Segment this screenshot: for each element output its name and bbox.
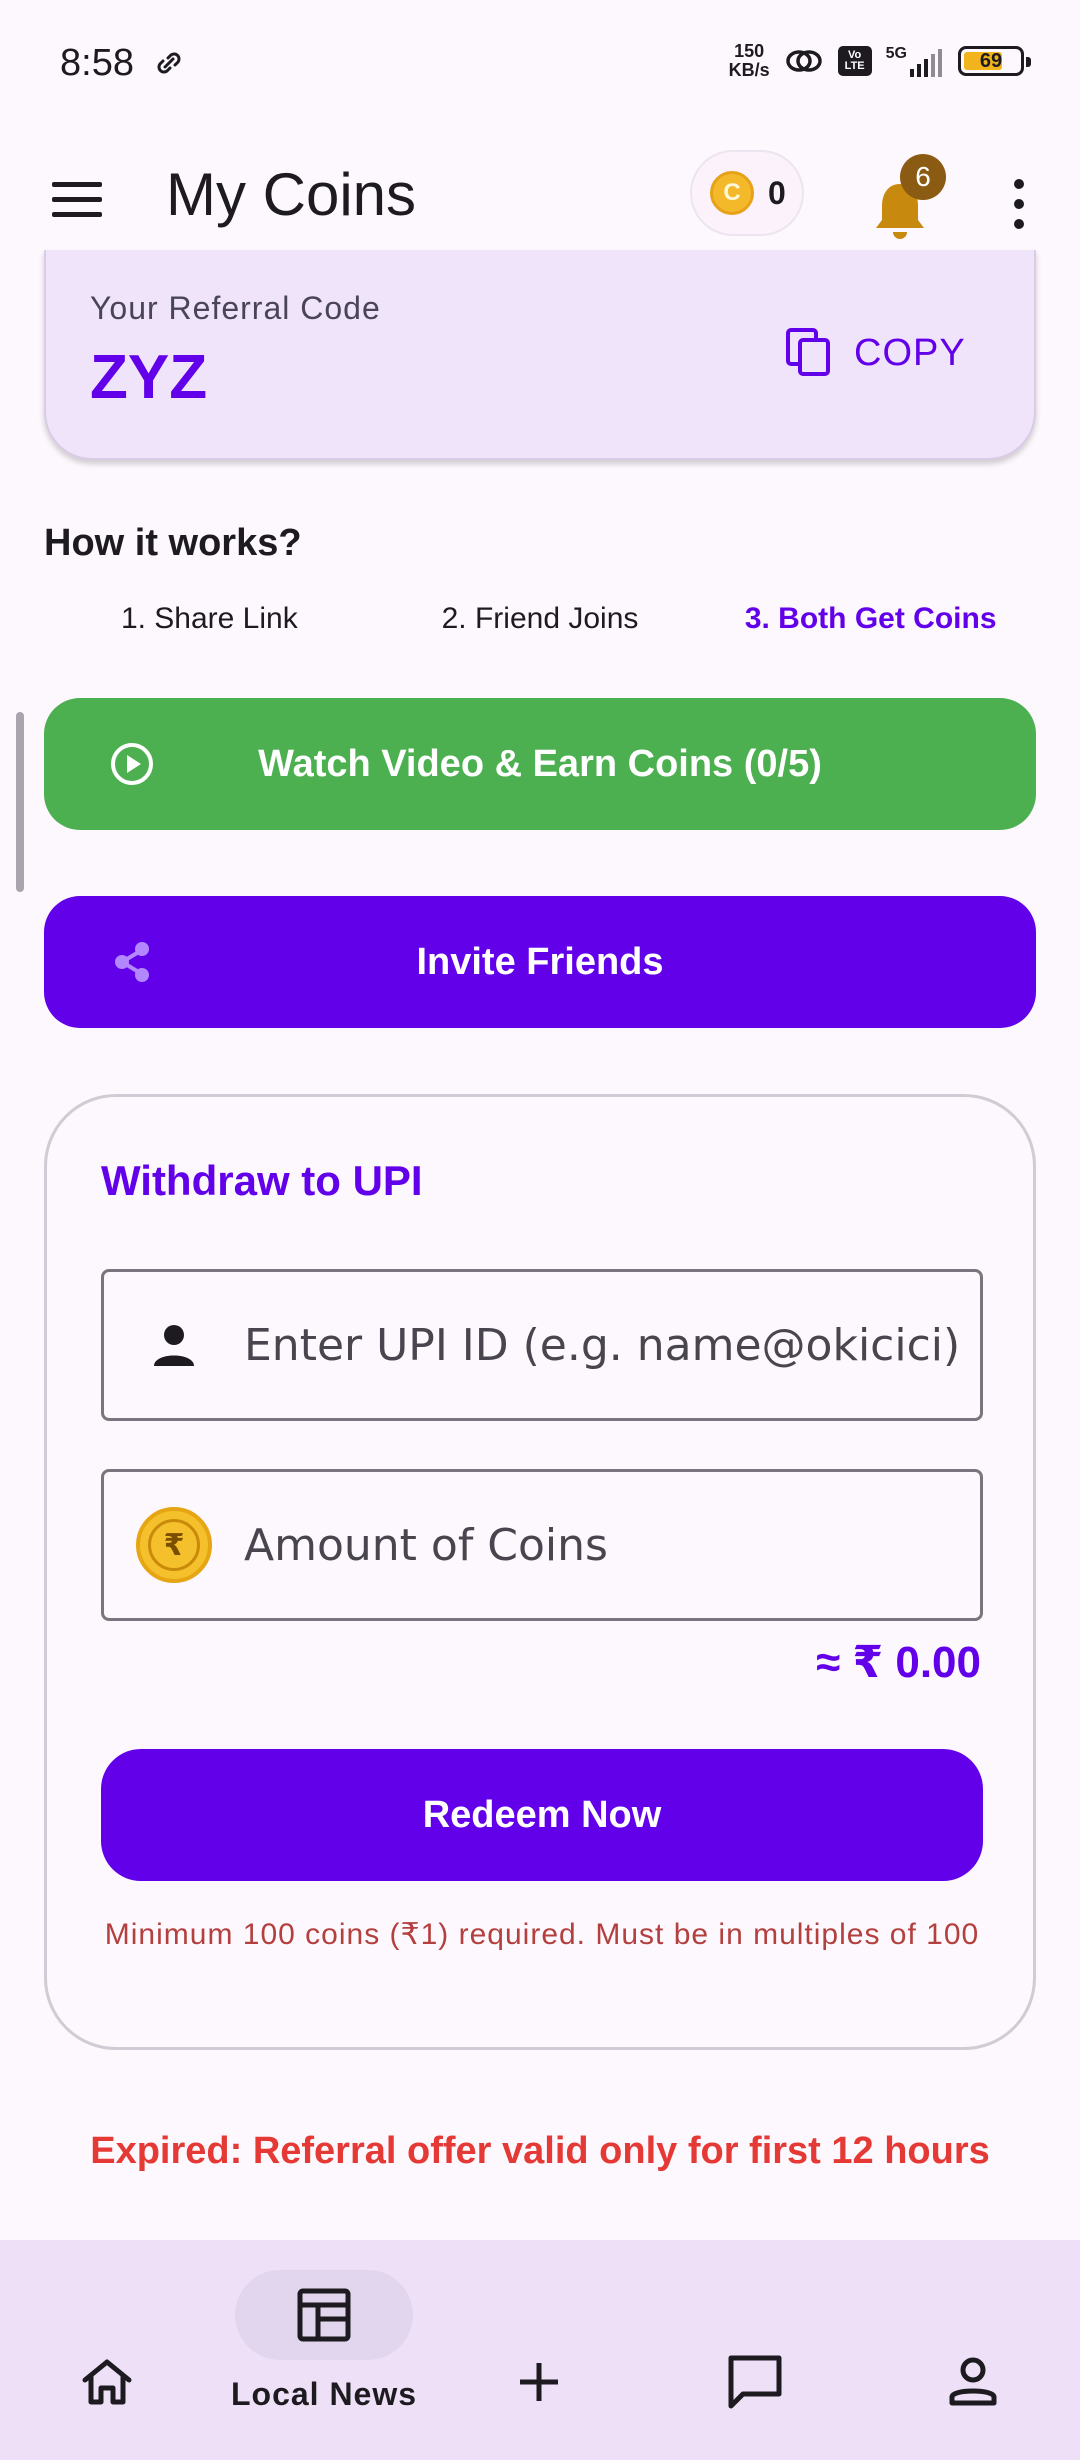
network-type: 5G (885, 45, 907, 62)
referral-card: Your Referral Code ZYZ COPY (44, 250, 1036, 460)
plus-icon (520, 2363, 558, 2401)
nav-profile[interactable] (928, 2240, 1018, 2460)
hotspot-link-icon (785, 50, 822, 72)
how-it-works-title: How it works? (44, 522, 302, 564)
person-icon (154, 1325, 194, 1366)
home-icon (82, 2359, 132, 2405)
copy-icon (786, 328, 830, 376)
battery-icon: 69 (958, 46, 1031, 76)
more-options-button[interactable] (1004, 168, 1034, 240)
coin-amount-input[interactable] (244, 1519, 964, 1571)
nav-local-news[interactable]: Local News (220, 2240, 428, 2460)
rupee-coin-icon: ₹ (136, 1507, 212, 1583)
share-icon (115, 942, 149, 982)
bottom-navigation: Local News (0, 2240, 1080, 2460)
signal-group: 5G (886, 45, 944, 77)
coin-icon: C (710, 171, 754, 215)
upi-id-input[interactable] (244, 1319, 964, 1371)
coin-balance: 0 (768, 174, 786, 211)
step-friend-joins: 2. Friend Joins (441, 602, 639, 635)
step-both-get-coins: 3. Both Get Coins (744, 602, 997, 635)
status-time: 8:58 (60, 42, 134, 84)
chat-icon (728, 2355, 782, 2409)
referral-code: ZYZ (90, 343, 208, 412)
link-icon (157, 52, 181, 74)
nav-create[interactable] (494, 2240, 584, 2460)
copy-button[interactable]: COPY (786, 328, 966, 378)
redeem-button[interactable]: Redeem Now (101, 1749, 983, 1881)
nav-messages[interactable] (710, 2240, 800, 2460)
watch-video-label: Watch Video & Earn Coins (0/5) (258, 742, 822, 785)
withdraw-card: Withdraw to UPI ₹ ≈ ₹ 0.00 Redeem Now Mi… (44, 1094, 1036, 2050)
network-speed-value: 150 (734, 41, 765, 61)
page-title: My Coins (166, 161, 417, 228)
upi-id-field[interactable] (101, 1269, 983, 1421)
invite-friends-label: Invite Friends (416, 940, 664, 983)
how-it-works-steps: 1. Share Link 2. Friend Joins 3. Both Ge… (44, 602, 1036, 636)
minimum-redeem-note: Minimum 100 coins (₹1) required. Must be… (104, 1918, 980, 1951)
battery-level: 69 (979, 49, 1003, 72)
scrollbar[interactable] (16, 712, 24, 892)
play-circle-icon (111, 743, 153, 785)
notifications-button[interactable]: 6 (872, 154, 952, 242)
referral-label: Your Referral Code (90, 290, 381, 326)
watch-video-button[interactable]: Watch Video & Earn Coins (0/5) (44, 698, 1036, 830)
news-icon (297, 2288, 351, 2342)
coin-amount-field[interactable]: ₹ (101, 1469, 983, 1621)
menu-button[interactable] (44, 166, 110, 232)
expired-notice: Expired: Referral offer valid only for f… (90, 2130, 990, 2172)
withdraw-title: Withdraw to UPI (101, 1157, 423, 1204)
coin-balance-chip[interactable]: C 0 (690, 150, 804, 236)
signal-icon (910, 49, 942, 77)
step-share-link: 1. Share Link (120, 602, 298, 635)
profile-icon (949, 2357, 997, 2406)
nav-home[interactable] (62, 2240, 152, 2460)
nav-local-news-label: Local News (230, 2376, 418, 2412)
notification-badge: 6 (900, 154, 946, 200)
volte-icon: Vo LTE (837, 46, 872, 76)
status-bar: 8:58 150 KB/s Vo LTE 5G 69 (0, 0, 1080, 128)
approx-rupee-value: ≈ ₹ 0.00 (816, 1638, 981, 1687)
copy-label: COPY (854, 331, 966, 374)
network-speed: 150 KB/s (729, 42, 770, 80)
network-speed-unit: KB/s (728, 60, 770, 80)
invite-friends-button[interactable]: Invite Friends (44, 896, 1036, 1028)
